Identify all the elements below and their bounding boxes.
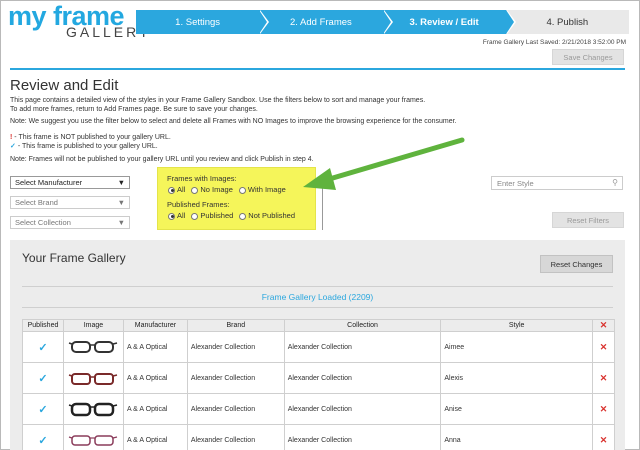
cell-manufacturer: A & A Optical	[122, 424, 188, 450]
cell-manufacturer: A & A Optical	[122, 362, 188, 394]
published-check-icon[interactable]: ✓	[38, 373, 47, 385]
frame-gallery-panel: Your Frame Gallery Reset Changes Frame G…	[10, 240, 625, 450]
cell-manufacturer: A & A Optical	[122, 331, 188, 363]
table-row[interactable]: ✓ A & A Optical Alexander Collection Ale…	[22, 424, 616, 450]
cell-manufacturer: A & A Optical	[122, 393, 188, 425]
delete-row-icon[interactable]: ✕	[591, 362, 616, 394]
cell-brand: Alexander Collection	[186, 424, 285, 450]
published-check-icon[interactable]: ✓	[38, 404, 47, 416]
delete-row-icon[interactable]: ✕	[591, 393, 616, 425]
col-image[interactable]: Image	[62, 319, 124, 332]
table-header-row: Published Image Manufacturer Brand Colle…	[22, 319, 616, 332]
cell-brand: Alexander Collection	[186, 362, 285, 394]
cell-collection: Alexander Collection	[283, 362, 442, 394]
col-manufacturer[interactable]: Manufacturer	[122, 319, 188, 332]
reset-filters-button[interactable]: Reset Filters	[552, 212, 624, 228]
col-brand[interactable]: Brand	[186, 319, 285, 332]
cell-collection: Alexander Collection	[283, 393, 442, 425]
published-check-icon[interactable]: ✓	[38, 435, 47, 447]
gallery-loaded-status: Frame Gallery Loaded (2209)	[22, 286, 613, 308]
search-icon[interactable]: ⚲	[612, 178, 618, 187]
col-collection[interactable]: Collection	[283, 319, 442, 332]
cell-collection: Alexander Collection	[283, 331, 442, 363]
cell-collection: Alexander Collection	[283, 424, 442, 450]
delete-all-icon[interactable]: ✕	[591, 319, 616, 332]
frame-image	[62, 424, 124, 450]
published-check-icon[interactable]: ✓	[38, 342, 47, 354]
cell-style: Anna	[440, 424, 593, 450]
table-row[interactable]: ✓ A & A Optical Alexander Collection Ale…	[22, 331, 616, 363]
style-search-placeholder: Enter Style	[497, 179, 534, 188]
style-search-input[interactable]: Enter Style ⚲	[491, 176, 623, 190]
frame-image	[62, 393, 124, 425]
reset-changes-button[interactable]: Reset Changes	[540, 255, 613, 273]
delete-row-icon[interactable]: ✕	[591, 331, 616, 363]
frame-image	[62, 331, 124, 363]
frames-table: Published Image Manufacturer Brand Colle…	[22, 319, 616, 450]
delete-row-icon[interactable]: ✕	[591, 424, 616, 450]
gallery-title: Your Frame Gallery	[22, 251, 126, 265]
table-row[interactable]: ✓ A & A Optical Alexander Collection Ale…	[22, 362, 616, 394]
cell-style: Aimee	[440, 331, 593, 363]
col-style[interactable]: Style	[440, 319, 593, 332]
col-published[interactable]: Published	[22, 319, 64, 332]
cell-style: Anise	[440, 393, 593, 425]
table-row[interactable]: ✓ A & A Optical Alexander Collection Ale…	[22, 393, 616, 425]
cell-style: Alexis	[440, 362, 593, 394]
cell-brand: Alexander Collection	[186, 331, 285, 363]
frame-image	[62, 362, 124, 394]
cell-brand: Alexander Collection	[186, 393, 285, 425]
